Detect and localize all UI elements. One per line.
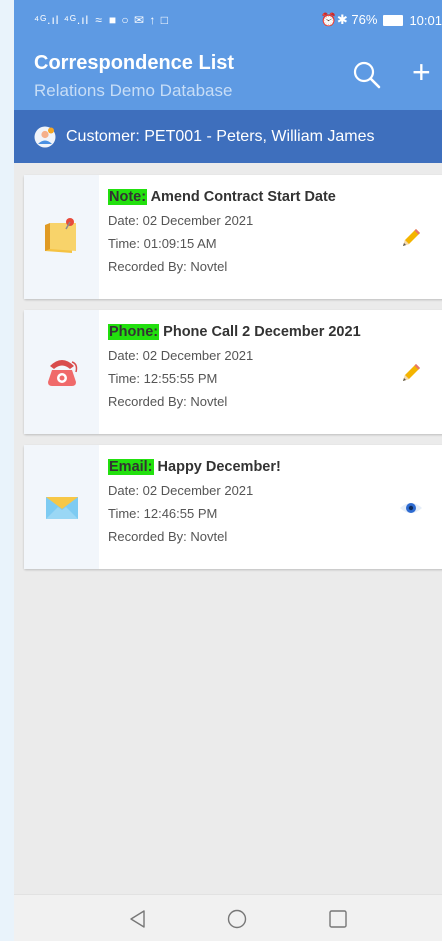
correspondence-list: Note: Amend Contract Start Date Date: 02… <box>14 163 442 569</box>
item-heading: Note: Amend Contract Start Date <box>108 189 336 205</box>
item-content: Note: Amend Contract Start Date Date: 02… <box>108 189 336 282</box>
wifi-icon: ≈ <box>95 13 103 27</box>
email-icon <box>46 497 78 519</box>
page-subtitle: Relations Demo Database <box>34 81 233 100</box>
back-icon[interactable] <box>127 908 149 930</box>
status-bar: ⁴ᴳ.ıl ⁴ᴳ.ıl ≈ ■ ○ ✉ ↑ □ ⏰✱ 76% 10:01 <box>14 0 442 40</box>
battery-icon <box>383 14 404 26</box>
item-recorded-by: Recorded By: Novtel <box>108 394 228 409</box>
item-content: Phone: Phone Call 2 December 2021 Date: … <box>108 324 361 417</box>
notification-icons: ■ ○ ✉ ↑ □ <box>108 13 169 27</box>
item-icon-box <box>24 175 99 299</box>
item-recorded-by: Recorded By: Novtel <box>108 259 228 274</box>
pencil-icon[interactable] <box>399 361 423 385</box>
search-icon[interactable] <box>352 60 382 90</box>
item-type-badge: Email: <box>108 459 154 475</box>
pencil-icon[interactable] <box>399 226 423 250</box>
item-icon-box <box>24 310 99 434</box>
item-recorded-by: Recorded By: Novtel <box>108 529 228 544</box>
status-indicators: ⏰✱ 76% <box>320 12 378 27</box>
add-button[interactable]: + <box>412 54 431 90</box>
item-heading: Email: Happy December! <box>108 459 281 475</box>
item-date: Date: 02 December 2021 <box>108 348 254 363</box>
customer-avatar-icon <box>34 126 56 147</box>
item-type-badge: Phone: <box>108 324 160 340</box>
note-icon <box>45 218 76 253</box>
item-date: Date: 02 December 2021 <box>108 213 254 228</box>
home-icon[interactable] <box>226 908 248 930</box>
item-subject: Happy December! <box>157 459 281 475</box>
list-item[interactable]: Note: Amend Contract Start Date Date: 02… <box>24 175 442 299</box>
customer-bar[interactable]: Customer: PET001 - Peters, William James <box>14 110 442 163</box>
status-right: ⏰✱ 76% 10:01 <box>321 12 442 28</box>
app-bar: Correspondence List Relations Demo Datab… <box>14 40 442 110</box>
phone-screen: ⁴ᴳ.ıl ⁴ᴳ.ıl ≈ ■ ○ ✉ ↑ □ ⏰✱ 76% 10:01 Cor… <box>14 0 442 941</box>
status-left: ⁴ᴳ.ıl ⁴ᴳ.ıl ≈ ■ ○ ✉ ↑ □ <box>34 13 169 27</box>
item-content: Email: Happy December! Date: 02 December… <box>108 459 281 552</box>
navigation-bar <box>14 894 442 941</box>
page-title: Correspondence List <box>34 52 235 74</box>
item-heading: Phone: Phone Call 2 December 2021 <box>108 324 361 340</box>
item-subject: Phone Call 2 December 2021 <box>163 324 361 340</box>
signal-icons: ⁴ᴳ.ıl ⁴ᴳ.ıl <box>34 13 90 27</box>
eye-icon[interactable] <box>399 496 423 520</box>
item-time: Time: 12:46:55 PM <box>108 506 218 521</box>
customer-label: Customer: PET001 - Peters, William James <box>66 127 375 145</box>
item-icon-box <box>24 445 99 569</box>
list-item[interactable]: Phone: Phone Call 2 December 2021 Date: … <box>24 310 442 434</box>
item-type-badge: Note: <box>108 189 148 205</box>
item-date: Date: 02 December 2021 <box>108 483 254 498</box>
phone-icon <box>48 360 78 386</box>
item-subject: Amend Contract Start Date <box>150 189 336 205</box>
item-time: Time: 01:09:15 AM <box>108 236 217 251</box>
list-item[interactable]: Email: Happy December! Date: 02 December… <box>24 445 442 569</box>
recents-icon[interactable] <box>327 908 349 930</box>
item-time: Time: 12:55:55 PM <box>108 371 218 386</box>
status-time: 10:01 <box>409 12 442 28</box>
